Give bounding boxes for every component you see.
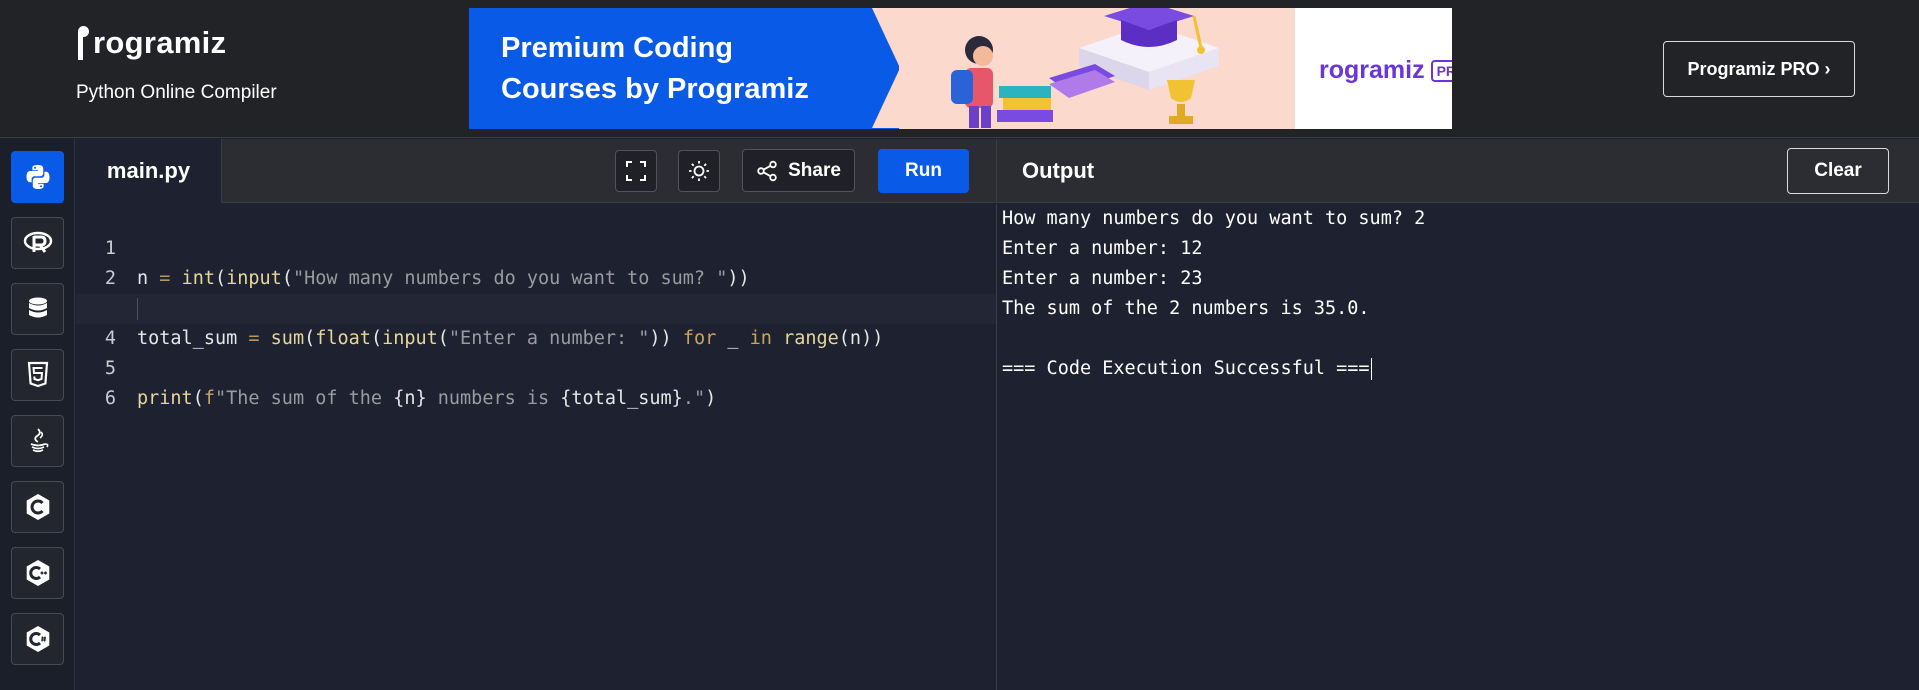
output-line: Enter a number: 23 (1002, 268, 1203, 289)
editor-toolbar: main.py Share Run Output Clear (76, 139, 1919, 203)
html5-icon (27, 361, 48, 388)
cpp-icon (26, 560, 49, 586)
sql-icon (28, 297, 47, 318)
sun-icon (689, 161, 709, 181)
share-icon (757, 160, 777, 181)
programiz-pro-button[interactable]: Programiz PRO › (1663, 41, 1855, 97)
language-python[interactable] (11, 151, 64, 203)
run-button[interactable]: Run (878, 149, 969, 193)
banner-brand-text: rogramiz (1319, 56, 1425, 84)
programiz-logo[interactable]: rogramiz (78, 26, 226, 60)
banner-text-panel: Premium Coding Courses by Programiz (469, 8, 900, 129)
logo-text: rogramiz (93, 25, 227, 60)
site-header: rogramiz Python Online Compiler Premium … (0, 0, 1919, 138)
language-csharp[interactable] (11, 613, 64, 665)
banner-pro-badge: PRO (1430, 59, 1452, 82)
execution-status-text: === Code Execution Successful === (1002, 358, 1370, 379)
c-icon (26, 494, 49, 520)
logo-mark-icon (78, 26, 91, 60)
banner-headline-line1: Premium Coding (501, 32, 734, 64)
java-icon (30, 428, 48, 453)
output-line: Enter a number: 12 (1002, 238, 1203, 259)
share-label: Share (788, 159, 841, 181)
tab-main-py[interactable]: main.py (76, 139, 222, 203)
toolbar-divider (996, 139, 997, 203)
theme-toggle-button[interactable] (678, 150, 720, 192)
language-java[interactable] (11, 415, 64, 467)
editor-cursor (137, 298, 138, 320)
output-console[interactable]: How many numbers do you want to sum? 2 E… (997, 204, 1919, 690)
editor-line-current[interactable]: 4 (76, 294, 996, 349)
banner-brand-logo: rogramiz PRO (1319, 56, 1452, 85)
r-icon (23, 231, 52, 253)
banner-illustration (899, 8, 1295, 129)
output-line: The sum of the 2 numbers is 35.0. (1002, 298, 1370, 319)
csharp-icon (26, 626, 49, 652)
language-r[interactable] (11, 217, 64, 269)
banner-headline-line2: Courses by Programiz (501, 73, 809, 105)
page-subtitle: Python Online Compiler (76, 82, 277, 103)
promo-banner[interactable]: Premium Coding Courses by Programiz rogr… (469, 8, 1452, 129)
clear-button[interactable]: Clear (1787, 148, 1889, 194)
banner-headline: Premium Coding Courses by Programiz (501, 28, 861, 110)
fullscreen-icon (626, 161, 646, 181)
banner-brand-panel: rogramiz PRO (1295, 8, 1452, 129)
share-button[interactable]: Share (742, 149, 855, 192)
output-line-status: === Code Execution Successful === (1002, 354, 1372, 384)
banner-illustration-graphic (951, 8, 1219, 128)
language-c[interactable] (11, 481, 64, 533)
language-html[interactable] (11, 349, 64, 401)
code-editor[interactable]: 1 n = int(input("How many numbers do you… (76, 204, 996, 690)
editor-line[interactable]: 3 total_sum = sum(float(input("Enter a n… (76, 264, 996, 349)
line-number: 6 (104, 388, 116, 409)
editor-line[interactable]: 5 print(f"The sum of the {n} numbers is … (76, 324, 996, 409)
language-cpp[interactable] (11, 547, 64, 599)
fullscreen-button[interactable] (615, 150, 657, 192)
output-caret (1370, 358, 1372, 380)
output-line: How many numbers do you want to sum? 2 (1002, 208, 1426, 229)
language-sidebar (0, 139, 75, 690)
editor-line[interactable]: 2 (76, 234, 996, 289)
code-line-5: print(f"The sum of the {n} numbers is {t… (137, 388, 717, 409)
python-icon (26, 165, 49, 189)
language-sql[interactable] (11, 283, 64, 335)
editor-line[interactable]: 6 (76, 354, 996, 409)
output-title: Output (1022, 158, 1095, 183)
editor-line[interactable]: 1 n = int(input("How many numbers do you… (76, 204, 996, 289)
